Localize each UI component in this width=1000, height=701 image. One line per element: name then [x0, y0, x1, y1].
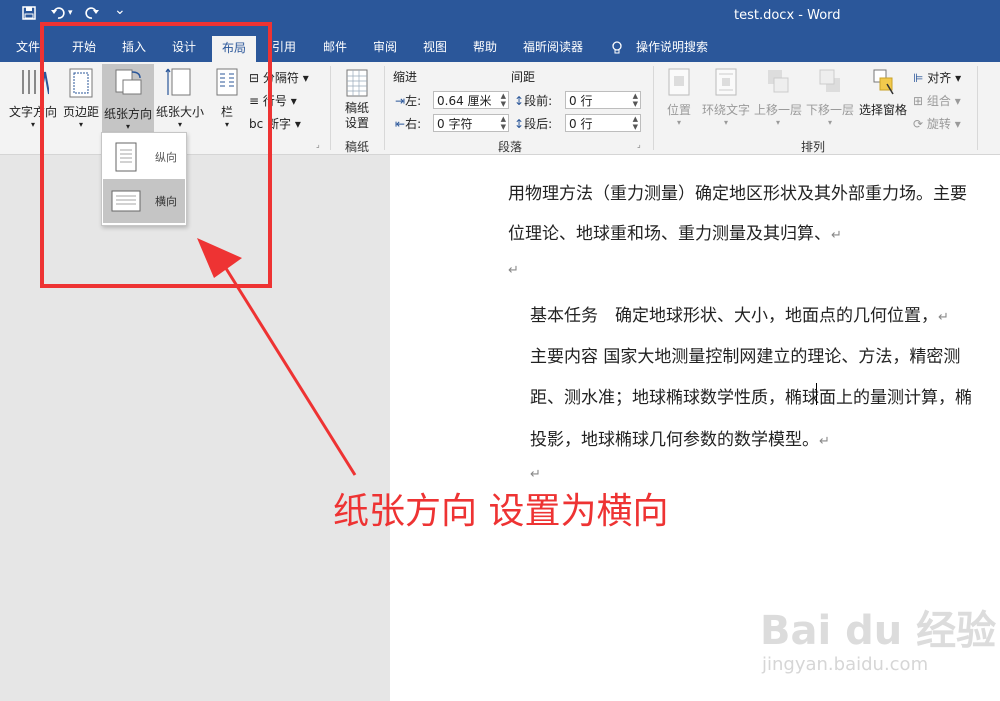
annotation-text: 纸张方向 设置为横向 [333, 491, 669, 532]
baidu-watermark-url: jingyan.baidu.com [762, 654, 929, 675]
baidu-watermark-logo: Bai du 经验 [760, 608, 997, 654]
annotation-arrow [197, 238, 357, 476]
